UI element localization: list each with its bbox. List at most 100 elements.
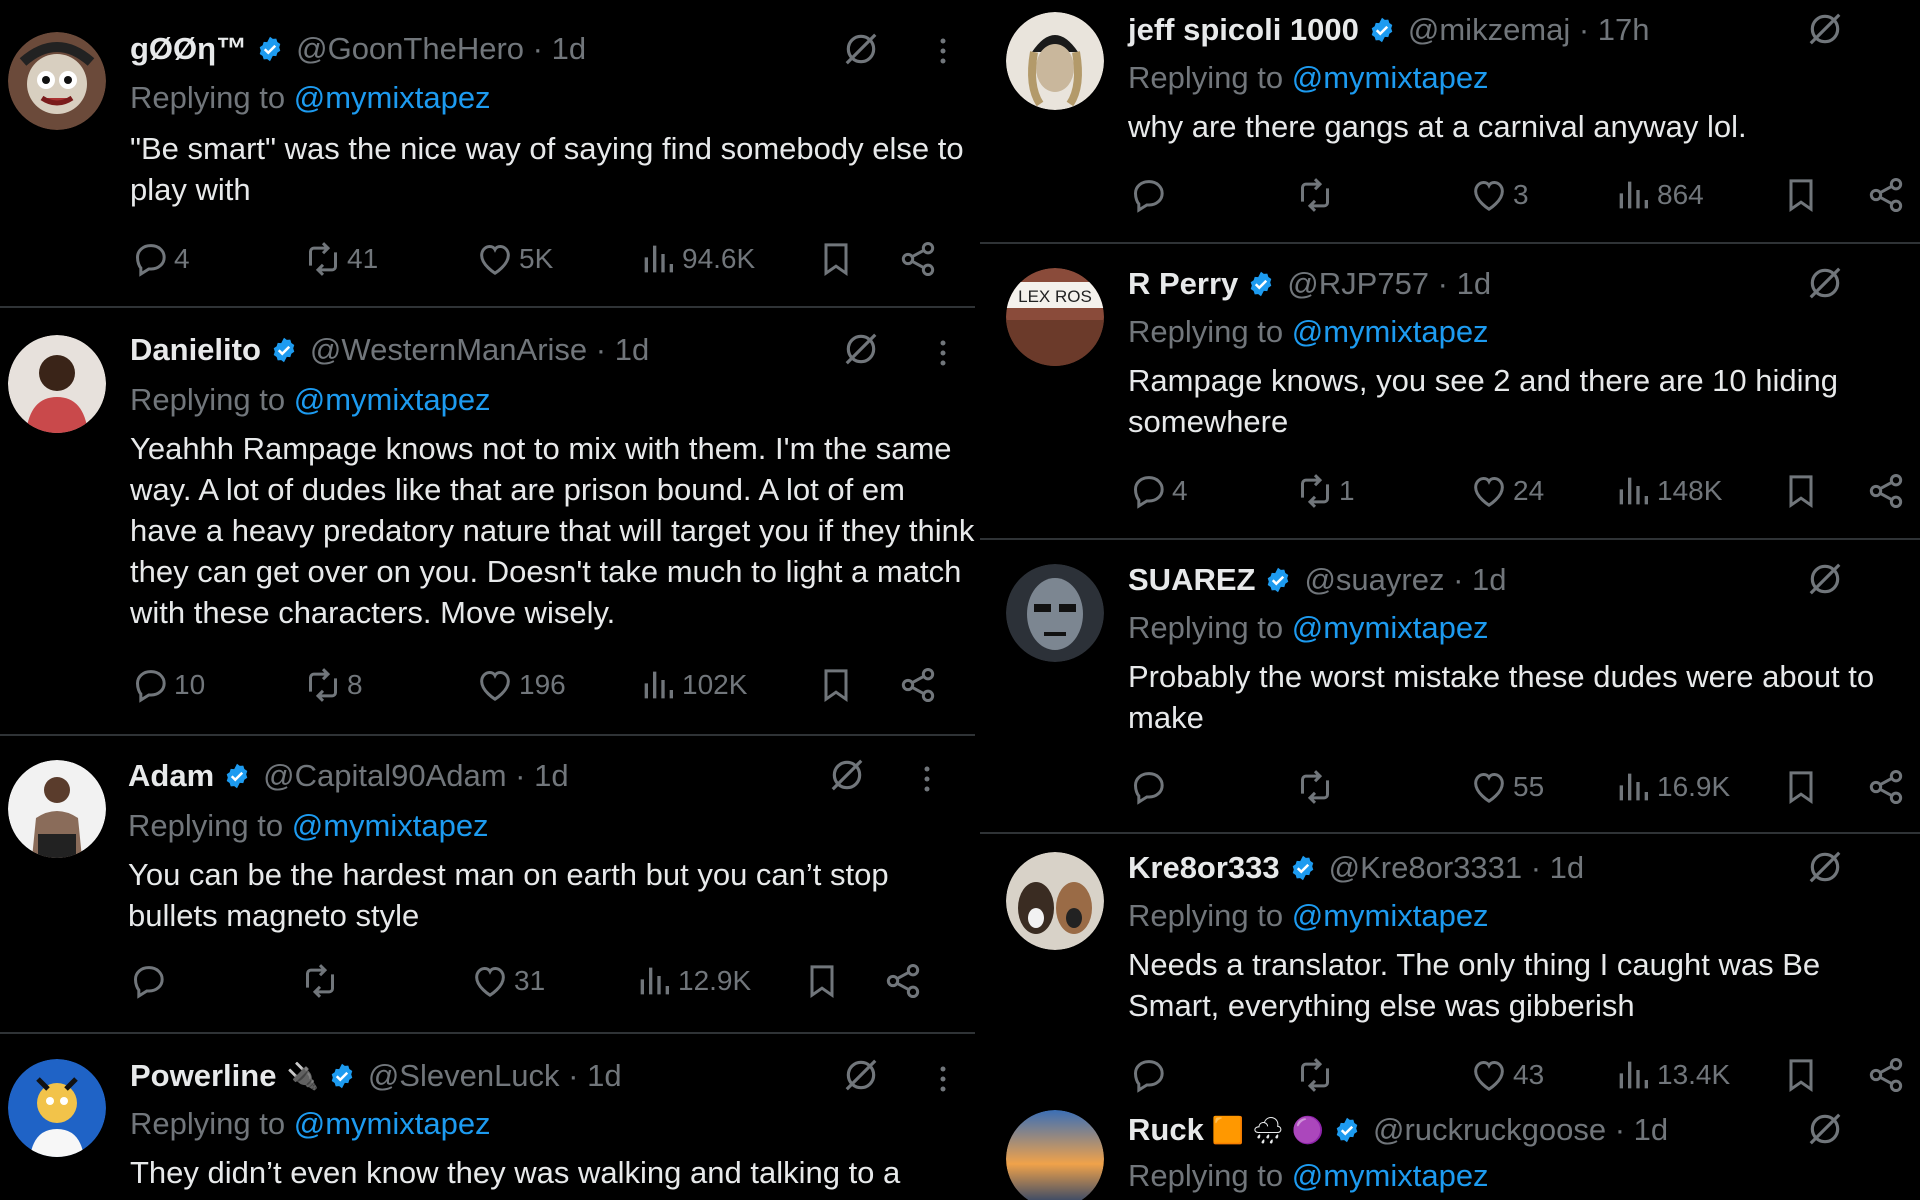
mention-link[interactable]: @mymixtapez xyxy=(294,382,491,417)
views-button[interactable]: 12.9K xyxy=(634,956,751,1006)
bookmark-button[interactable] xyxy=(1781,466,1821,516)
grok-icon[interactable] xyxy=(842,30,880,68)
repost-button[interactable] xyxy=(1295,1050,1339,1100)
mention-link[interactable]: @mymixtapez xyxy=(294,1106,491,1141)
handle[interactable]: @ruckruckgoose · 1d xyxy=(1373,1112,1668,1148)
like-button[interactable]: 55 xyxy=(1469,762,1544,812)
reply-button[interactable]: 4 xyxy=(130,234,190,284)
share-button[interactable] xyxy=(898,234,938,284)
mention-link[interactable]: @mymixtapez xyxy=(292,808,489,843)
tweet[interactable]: Kre8or333 @Kre8or3331 · 1d Replying to @… xyxy=(980,834,1920,1108)
grok-icon[interactable] xyxy=(1806,264,1844,302)
handle[interactable]: @Capital90Adam · 1d xyxy=(263,758,568,794)
reply-button[interactable] xyxy=(1128,762,1172,812)
share-button[interactable] xyxy=(1866,762,1906,812)
share-button[interactable] xyxy=(1866,170,1906,220)
grok-icon[interactable] xyxy=(1806,848,1844,886)
grok-icon[interactable] xyxy=(842,1056,880,1094)
bookmark-button[interactable] xyxy=(816,234,856,284)
tweet[interactable]: Powerline 🔌 @SlevenLuck · 1d Replying to… xyxy=(0,1034,975,1200)
display-name[interactable]: Adam xyxy=(128,758,214,794)
tweet[interactable]: gØØη™ @GoonTheHero · 1d Replying to @mym… xyxy=(0,0,975,308)
share-button[interactable] xyxy=(898,660,938,710)
views-button[interactable]: 16.9K xyxy=(1613,762,1730,812)
like-button[interactable]: 5K xyxy=(475,234,553,284)
reply-button[interactable] xyxy=(1128,170,1172,220)
display-name[interactable]: SUAREZ xyxy=(1128,562,1255,598)
handle[interactable]: @GoonTheHero · 1d xyxy=(296,31,586,67)
display-name[interactable]: Powerline xyxy=(130,1058,276,1094)
reply-button[interactable] xyxy=(128,956,172,1006)
like-button[interactable]: 3 xyxy=(1469,170,1529,220)
share-button[interactable] xyxy=(1866,466,1906,516)
handle[interactable]: @RJP757 · 1d xyxy=(1287,266,1491,302)
tweet[interactable]: Ruck 🟧 🌧 🟣 @ruckruckgoose · 1d Replying … xyxy=(980,1108,1920,1200)
avatar[interactable] xyxy=(1006,564,1104,662)
reply-button[interactable]: 10 xyxy=(130,660,205,710)
reply-button[interactable] xyxy=(1128,1050,1172,1100)
avatar[interactable] xyxy=(1006,852,1104,950)
views-button[interactable]: 148K xyxy=(1613,466,1722,516)
grok-icon[interactable] xyxy=(1806,1110,1844,1148)
bookmark-button[interactable] xyxy=(816,660,856,710)
grok-icon[interactable] xyxy=(842,330,880,368)
display-name[interactable]: jeff spicoli 1000 xyxy=(1128,12,1359,48)
tweet[interactable]: LEX ROS R Perry @RJP757 · 1d Replying to… xyxy=(980,244,1920,540)
grok-icon[interactable] xyxy=(828,756,866,794)
display-name[interactable]: gØØη™ xyxy=(130,31,247,67)
bookmark-button[interactable] xyxy=(802,956,842,1006)
share-button[interactable] xyxy=(883,956,923,1006)
grok-icon[interactable] xyxy=(1806,10,1844,48)
bookmark-button[interactable] xyxy=(1781,762,1821,812)
like-button[interactable]: 24 xyxy=(1469,466,1544,516)
repost-button[interactable] xyxy=(300,956,344,1006)
grok-icon[interactable] xyxy=(1806,560,1844,598)
mention-link[interactable]: @mymixtapez xyxy=(1292,60,1489,95)
mention-link[interactable]: @mymixtapez xyxy=(1292,314,1489,349)
handle[interactable]: @WesternManArise · 1d xyxy=(310,332,649,368)
avatar[interactable] xyxy=(8,760,106,858)
avatar[interactable]: LEX ROS xyxy=(1006,268,1104,366)
repost-button[interactable] xyxy=(1295,170,1339,220)
like-button[interactable]: 43 xyxy=(1469,1050,1544,1100)
like-button[interactable]: 196 xyxy=(475,660,566,710)
reply-button[interactable]: 4 xyxy=(1128,466,1188,516)
mention-link[interactable]: @mymixtapez xyxy=(1292,1158,1489,1193)
views-button[interactable]: 94.6K xyxy=(638,234,755,284)
mention-link[interactable]: @mymixtapez xyxy=(1292,898,1489,933)
tweet[interactable]: Adam @Capital90Adam · 1d Replying to @my… xyxy=(0,736,975,1034)
display-name[interactable]: Ruck xyxy=(1128,1112,1204,1148)
repost-button[interactable]: 41 xyxy=(303,234,378,284)
avatar[interactable] xyxy=(8,1059,106,1157)
repost-button[interactable] xyxy=(1295,762,1339,812)
tweet[interactable]: Danielito @WesternManArise · 1d Replying… xyxy=(0,308,975,736)
repost-button[interactable]: 1 xyxy=(1295,466,1355,516)
display-name[interactable]: R Perry xyxy=(1128,266,1238,302)
display-name[interactable]: Kre8or333 xyxy=(1128,850,1280,886)
bookmark-button[interactable] xyxy=(1781,170,1821,220)
handle[interactable]: @Kre8or3331 · 1d xyxy=(1329,850,1585,886)
avatar[interactable] xyxy=(8,32,106,130)
tweet[interactable]: SUAREZ @suayrez · 1d Replying to @mymixt… xyxy=(980,540,1920,834)
avatar[interactable] xyxy=(1006,1110,1104,1200)
more-icon[interactable] xyxy=(938,338,948,368)
avatar[interactable] xyxy=(8,335,106,433)
tweet[interactable]: jeff spicoli 1000 @mikzemaj · 17h Replyi… xyxy=(980,0,1920,244)
repost-button[interactable]: 8 xyxy=(303,660,363,710)
views-button[interactable]: 102K xyxy=(638,660,747,710)
display-name[interactable]: Danielito xyxy=(130,332,261,368)
views-button[interactable]: 13.4K xyxy=(1613,1050,1730,1100)
more-icon[interactable] xyxy=(922,764,932,794)
bookmark-button[interactable] xyxy=(1781,1050,1821,1100)
handle[interactable]: @suayrez · 1d xyxy=(1304,562,1506,598)
mention-link[interactable]: @mymixtapez xyxy=(294,80,491,115)
handle[interactable]: @mikzemaj · 17h xyxy=(1408,12,1650,48)
more-icon[interactable] xyxy=(938,1064,948,1094)
avatar[interactable] xyxy=(1006,12,1104,110)
mention-link[interactable]: @mymixtapez xyxy=(1292,610,1489,645)
share-button[interactable] xyxy=(1866,1050,1906,1100)
handle[interactable]: @SlevenLuck · 1d xyxy=(368,1058,622,1094)
like-button[interactable]: 31 xyxy=(470,956,545,1006)
more-icon[interactable] xyxy=(938,36,948,66)
views-button[interactable]: 864 xyxy=(1613,170,1704,220)
